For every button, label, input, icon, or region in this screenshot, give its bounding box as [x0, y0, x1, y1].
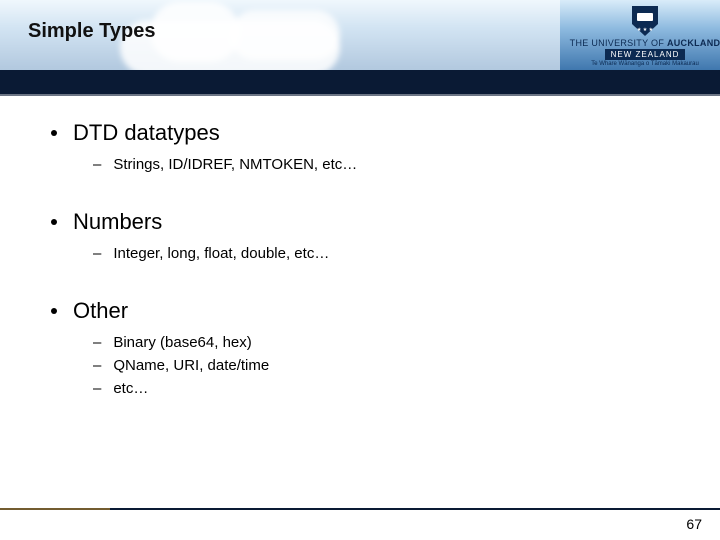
bullet-list: DTD datatypes – Strings, ID/IDREF, NMTOK…	[45, 120, 675, 397]
page-number: 67	[686, 516, 702, 532]
header-bar	[0, 70, 720, 96]
list-item: DTD datatypes – Strings, ID/IDREF, NMTOK…	[45, 120, 675, 173]
bullet-label: Other	[73, 298, 128, 324]
crest-icon: ★ ★ ★	[632, 6, 658, 36]
sub-item: – etc…	[93, 380, 675, 397]
logo-line1: THE UNIVERSITY OF AUCKLAND	[570, 38, 720, 48]
sub-label: Integer, long, float, double, etc…	[113, 245, 329, 262]
bullet-label: DTD datatypes	[73, 120, 220, 146]
sub-list: – Strings, ID/IDREF, NMTOKEN, etc…	[45, 156, 675, 173]
bullet-icon	[51, 130, 57, 136]
dash-icon: –	[93, 245, 101, 262]
footer-accent	[0, 508, 110, 510]
bullet-icon	[51, 219, 57, 225]
sub-item: – Integer, long, float, double, etc…	[93, 245, 675, 262]
logo-maori: Te Whare Wānanga o Tāmaki Makaurau	[591, 61, 699, 67]
sub-label: QName, URI, date/time	[113, 357, 269, 374]
sub-item: – Binary (base64, hex)	[93, 334, 675, 351]
sub-label: etc…	[113, 380, 148, 397]
dash-icon: –	[93, 380, 101, 397]
slide: Simple Types ★ ★ ★ THE UNIVERSITY OF AUC…	[0, 0, 720, 540]
dash-icon: –	[93, 334, 101, 351]
logo-line-nz: NEW ZEALAND	[605, 49, 686, 60]
list-item: Numbers – Integer, long, float, double, …	[45, 209, 675, 262]
slide-title: Simple Types	[28, 20, 155, 43]
bullet-icon	[51, 308, 57, 314]
list-item: Other – Binary (base64, hex) – QName, UR…	[45, 298, 675, 397]
sub-list: – Integer, long, float, double, etc…	[45, 245, 675, 262]
dash-icon: –	[93, 156, 101, 173]
sub-item: – Strings, ID/IDREF, NMTOKEN, etc…	[93, 156, 675, 173]
content-area: DTD datatypes – Strings, ID/IDREF, NMTOK…	[45, 120, 675, 433]
university-logo: ★ ★ ★ THE UNIVERSITY OF AUCKLAND NEW ZEA…	[580, 6, 710, 67]
sub-item: – QName, URI, date/time	[93, 357, 675, 374]
sub-list: – Binary (base64, hex) – QName, URI, dat…	[45, 334, 675, 397]
sub-label: Strings, ID/IDREF, NMTOKEN, etc…	[113, 156, 357, 173]
sub-label: Binary (base64, hex)	[113, 334, 251, 351]
bullet-label: Numbers	[73, 209, 162, 235]
header-sky: Simple Types ★ ★ ★ THE UNIVERSITY OF AUC…	[0, 0, 720, 70]
dash-icon: –	[93, 357, 101, 374]
